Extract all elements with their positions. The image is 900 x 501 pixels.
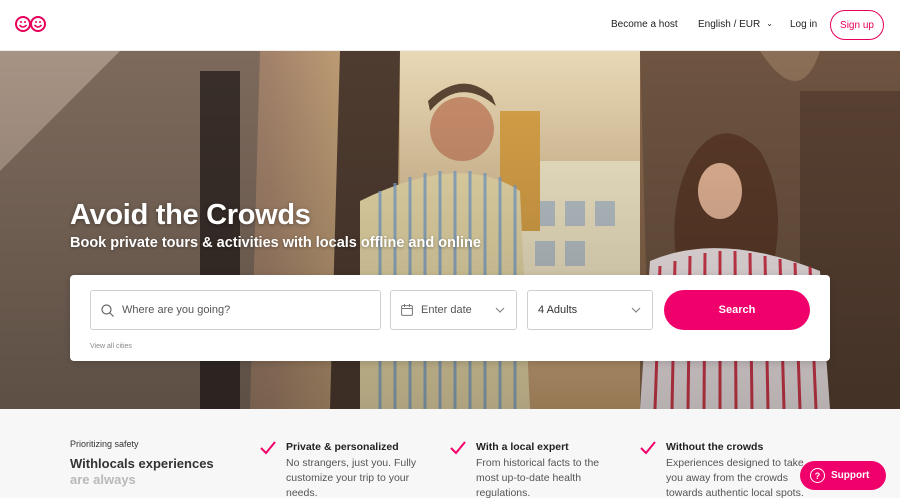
login-link[interactable]: Log in bbox=[790, 19, 817, 30]
feature-description: No strangers, just you. Fully customize … bbox=[286, 457, 417, 499]
become-host-link[interactable]: Become a host bbox=[611, 19, 678, 30]
support-label: Support bbox=[831, 470, 870, 481]
calendar-icon bbox=[401, 304, 413, 316]
search-card: Where are you going? Enter date 4 Adults… bbox=[70, 275, 830, 361]
search-icon bbox=[101, 303, 114, 317]
hero-banner: Avoid the Crowds Book private tours & ac… bbox=[0, 51, 900, 409]
safety-title: Withlocals experiences bbox=[70, 456, 214, 471]
hero-title: Avoid the Crowds bbox=[70, 199, 311, 231]
guests-select[interactable]: 4 Adults bbox=[527, 290, 653, 330]
checkmark-icon bbox=[260, 441, 276, 455]
logo-icon[interactable] bbox=[15, 15, 47, 33]
chevron-down-icon bbox=[495, 307, 505, 313]
language-label: English / EUR bbox=[698, 19, 761, 30]
chevron-down-icon: ⌄ bbox=[766, 19, 773, 28]
help-icon: ? bbox=[810, 468, 825, 483]
destination-search-input[interactable]: Where are you going? bbox=[90, 290, 381, 330]
date-placeholder: Enter date bbox=[421, 304, 472, 316]
view-all-cities-link[interactable]: View all cities bbox=[90, 343, 132, 350]
support-button[interactable]: ? Support bbox=[800, 461, 886, 490]
chevron-down-icon bbox=[631, 307, 641, 313]
feature-description: From historical facts to the most up-to-… bbox=[476, 457, 600, 499]
checkmark-icon bbox=[450, 441, 466, 455]
date-picker[interactable]: Enter date bbox=[390, 290, 517, 330]
safety-section: Prioritizing safety Withlocals experienc… bbox=[0, 409, 900, 499]
checkmark-icon bbox=[640, 441, 656, 455]
top-nav: Become a host English / EUR ⌄ Log in Sign… bbox=[0, 0, 900, 51]
signup-button[interactable]: Sign up bbox=[830, 10, 884, 40]
safety-kicker: Prioritizing safety bbox=[70, 439, 139, 449]
feature-title: Without the crowds bbox=[666, 441, 764, 453]
language-currency-selector[interactable]: English / EUR ⌄ bbox=[698, 19, 773, 30]
feature-title: With a local expert bbox=[476, 441, 569, 453]
guests-value: 4 Adults bbox=[538, 304, 578, 316]
destination-placeholder: Where are you going? bbox=[122, 304, 231, 316]
feature-title: Private & personalized bbox=[286, 441, 399, 453]
feature-description: Experiences designed to take you away fr… bbox=[666, 457, 804, 499]
hero-subtitle: Book private tours & activities with loc… bbox=[70, 235, 481, 251]
search-button[interactable]: Search bbox=[664, 290, 810, 330]
safety-title-secondary: are always bbox=[70, 472, 136, 487]
